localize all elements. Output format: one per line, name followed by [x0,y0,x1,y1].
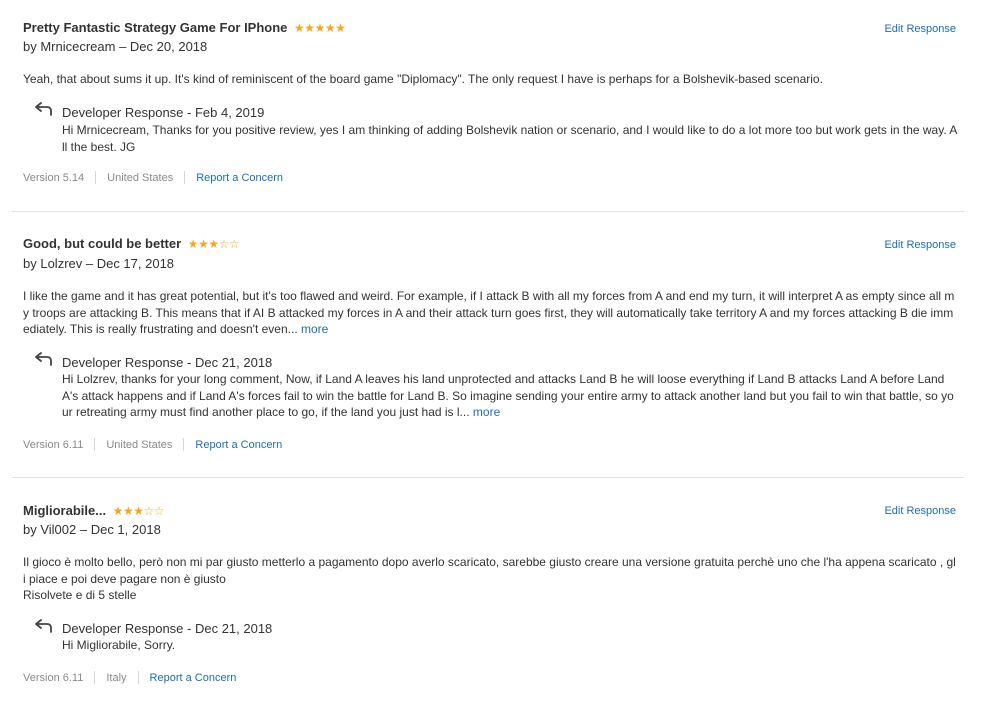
edit-response-link[interactable]: Edit Response [884,505,956,517]
review-author: by Vil002 – Dec 1, 2018 [23,522,161,537]
star-empty-icon: ☆ [143,504,155,518]
meta-divider [184,171,186,184]
edit-response-link[interactable]: Edit Response [884,23,956,35]
review-version: Version 5.14 [23,171,85,184]
star-empty-icon: ☆ [218,237,230,251]
meta-divider [94,671,96,684]
star-filled-icon: ★ [335,21,346,35]
review-body-text: I like the game and it has great potenti… [23,289,955,336]
developer-response-text: Hi Lolzrev, thanks for your long comment… [62,371,958,421]
star-filled-icon: ★ [187,237,199,251]
review-body-line: Risolvete e di 5 stelle [23,588,137,602]
report-concern-link[interactable]: Report a Concern [195,439,282,451]
report-concern-link[interactable]: Report a Concern [150,672,237,684]
star-filled-icon: ★ [208,237,219,251]
star-filled-icon: ★ [112,504,124,518]
review-title: Pretty Fantastic Strategy Game For IPhon… [23,20,288,35]
response-more-link[interactable]: more [473,405,500,419]
review-more-link[interactable]: more [301,322,328,336]
review-country: United States [106,438,173,451]
review-card: Good, but could be better ★★★☆☆ by Lolzr… [12,212,964,478]
star-filled-icon: ★ [314,21,326,35]
star-filled-icon: ★ [133,504,144,518]
review-title: Migliorabile... [23,503,107,518]
edit-response-link[interactable]: Edit Response [884,239,956,251]
meta-divider [95,171,97,184]
review-title: Good, but could be better [23,236,182,251]
developer-response-body: Hi Lolzrev, thanks for your long comment… [62,372,954,419]
review-meta: Version 6.11 Italy Report a Concern [23,671,236,684]
star-rating: ★★★☆☆ [112,504,165,518]
reply-arrow-icon [35,102,52,116]
star-rating: ★★★★★ [294,21,346,35]
review-body: I like the game and it has great potenti… [23,288,958,338]
review-country: Italy [106,671,127,684]
reply-arrow-icon [35,619,52,633]
star-empty-icon: ☆ [228,237,240,251]
developer-response-header: Developer Response - Feb 4, 2019 [62,105,265,120]
meta-divider [94,438,96,451]
developer-response-body: Hi Migliorabile, Sorry. [62,638,176,652]
developer-response-body: Hi Mrnicecream, Thanks for you positive … [62,123,958,154]
review-author: by Lolzrev – Dec 17, 2018 [23,256,175,271]
star-filled-icon: ★ [304,21,315,35]
meta-divider [183,438,185,451]
review-version: Version 6.11 [23,438,84,451]
developer-response-header: Developer Response - Dec 21, 2018 [62,621,273,636]
report-concern-link[interactable]: Report a Concern [196,172,283,184]
review-version: Version 6.11 [23,671,84,684]
star-empty-icon: ☆ [153,504,165,518]
star-filled-icon: ★ [198,237,209,251]
review-title-row: Good, but could be better ★★★☆☆ [23,236,240,251]
star-filled-icon: ★ [294,21,305,35]
developer-response-text: Hi Mrnicecream, Thanks for you positive … [62,122,958,155]
developer-response-header: Developer Response - Dec 21, 2018 [62,355,273,370]
developer-response-text: Hi Migliorabile, Sorry. [62,637,958,654]
review-title-row: Pretty Fantastic Strategy Game For IPhon… [23,20,346,35]
review-body-text: Yeah, that about sums it up. It's kind o… [23,72,823,86]
review-body-text: Il gioco è molto bello, però non mi par … [23,555,956,586]
review-body: Il gioco è molto bello, però non mi par … [23,554,958,604]
review-author: by Mrnicecream – Dec 20, 2018 [23,39,208,54]
review-body: Yeah, that about sums it up. It's kind o… [23,71,958,88]
review-meta: Version 6.11 United States Report a Conc… [23,438,282,451]
review-card: Migliorabile... ★★★☆☆ by Vil002 – Dec 1,… [12,478,964,708]
review-card: Pretty Fantastic Strategy Game For IPhon… [12,0,964,212]
star-filled-icon: ★ [122,504,134,518]
reply-arrow-icon [35,352,52,366]
meta-divider [137,671,139,684]
star-filled-icon: ★ [324,21,336,35]
review-meta: Version 5.14 United States Report a Conc… [23,171,283,184]
review-title-row: Migliorabile... ★★★☆☆ [23,503,165,518]
review-country: United States [107,171,174,184]
star-rating: ★★★☆☆ [187,237,240,251]
